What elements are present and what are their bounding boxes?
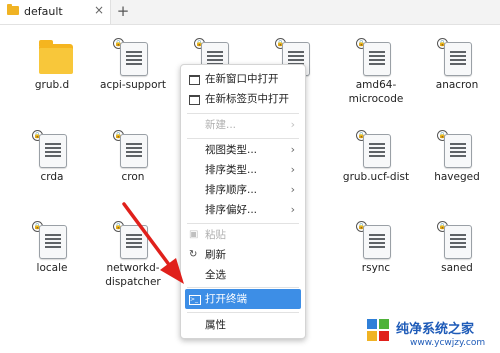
document-icon (120, 134, 148, 168)
folder-icon (39, 40, 73, 74)
file-item[interactable]: 🔒 acpi-support (91, 36, 175, 116)
paste-icon: ▣ (189, 229, 199, 240)
chevron-right-icon: › (290, 143, 295, 156)
close-icon[interactable]: × (94, 3, 104, 17)
file-item[interactable]: 🔒 networkd-dispatcher (91, 219, 175, 299)
document-icon (120, 225, 148, 259)
file-name: saned (441, 262, 473, 274)
document-icon (39, 134, 67, 168)
menu-separator (187, 287, 299, 288)
file-name: cron (121, 171, 145, 183)
menu-item-view-type[interactable]: 视图类型... › (185, 140, 301, 160)
menu-item-open-new-tab[interactable]: 在新标签页中打开 (185, 89, 301, 109)
refresh-icon: ↻ (189, 249, 198, 260)
menu-item-refresh[interactable]: ↻ 刷新 (185, 245, 301, 265)
file-item[interactable]: 🔒 crda (10, 128, 94, 208)
document-icon (444, 42, 472, 76)
file-name: crda (40, 171, 64, 183)
windows-logo-icon (367, 319, 389, 341)
menu-item-open-terminal[interactable]: >_ 打开终端 (185, 289, 301, 309)
file-item[interactable]: 🔒 locale (10, 219, 94, 299)
folder-icon (7, 4, 19, 15)
file-item[interactable]: grub.d (10, 36, 94, 116)
context-menu: 在新窗口中打开 在新标签页中打开 新建... › 视图类型... › 排序类型.… (180, 64, 306, 339)
document-icon (363, 134, 391, 168)
document-icon (363, 42, 391, 76)
file-name: grub.d (34, 79, 70, 91)
menu-item-open-new-window[interactable]: 在新窗口中打开 (185, 69, 301, 89)
menu-item-paste: ▣ 粘贴 (185, 225, 301, 245)
chevron-right-icon: › (290, 183, 295, 196)
terminal-icon: >_ (189, 289, 201, 309)
tab-default[interactable]: default × (0, 0, 111, 24)
file-name: rsync (361, 262, 391, 274)
file-name: locale (36, 262, 68, 274)
file-name: networkd-dispatcher (105, 262, 161, 288)
file-item[interactable]: 🔒 anacron (415, 36, 499, 116)
chevron-right-icon: › (290, 163, 295, 176)
file-item[interactable]: 🔒 grub.ucf-dist (334, 128, 418, 208)
menu-item-sort-type[interactable]: 排序类型... › (185, 160, 301, 180)
file-item[interactable]: 🔒 rsync (334, 219, 418, 299)
file-item[interactable]: 🔒 cron (91, 128, 175, 208)
file-item[interactable]: 🔒 amd64-microcode (334, 36, 418, 116)
document-icon (39, 225, 67, 259)
menu-item-sort-order[interactable]: 排序顺序... › (185, 180, 301, 200)
new-tab-button[interactable]: + (114, 2, 132, 20)
file-name: amd64-microcode (348, 79, 404, 105)
file-name: grub.ucf-dist (342, 171, 410, 183)
menu-item-select-all[interactable]: 全选 (185, 265, 301, 285)
document-icon (444, 134, 472, 168)
file-name: acpi-support (100, 79, 166, 91)
file-item[interactable]: 🔒 saned (415, 219, 499, 299)
tab-bar: default × + (0, 0, 500, 25)
chevron-right-icon: › (290, 203, 295, 216)
document-icon (120, 42, 148, 76)
menu-separator (187, 138, 299, 139)
watermark-url: www.ycwjzy.com (410, 338, 486, 348)
menu-separator (187, 312, 299, 313)
menu-separator (187, 113, 299, 114)
watermark: 纯净系统之家 www.ycwjzy.com (360, 312, 500, 353)
document-icon (444, 225, 472, 259)
file-name: haveged (434, 171, 480, 183)
menu-item-new: 新建... › (185, 115, 301, 135)
watermark-title: 纯净系统之家 (396, 322, 475, 337)
file-name: anacron (435, 79, 479, 91)
chevron-right-icon: › (290, 118, 295, 131)
menu-separator (187, 223, 299, 224)
file-item[interactable]: 🔒 haveged (415, 128, 499, 208)
document-icon (363, 225, 391, 259)
menu-item-properties[interactable]: 属性 (185, 315, 301, 335)
new-tab-icon (189, 89, 200, 113)
tab-title: default (24, 5, 63, 18)
menu-item-sort-preference[interactable]: 排序偏好... › (185, 200, 301, 220)
